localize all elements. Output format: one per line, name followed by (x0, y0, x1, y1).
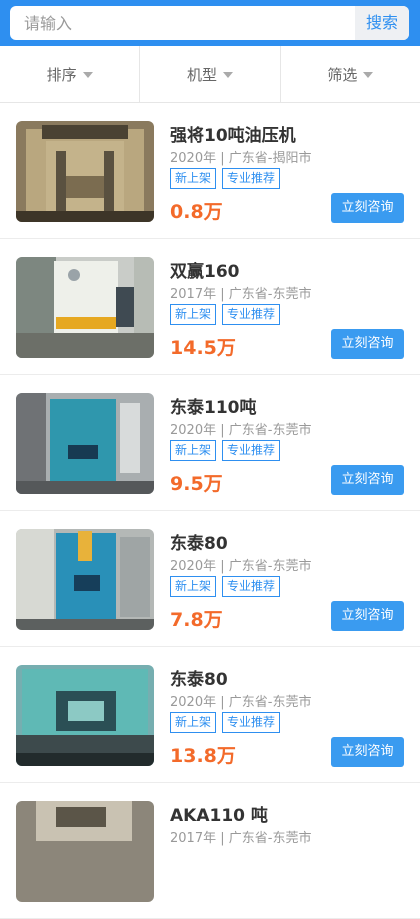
search-box: 搜索 (10, 6, 409, 40)
listing-location: 广东省-东莞市 (228, 559, 312, 574)
search-input[interactable] (10, 6, 355, 40)
listing-tags: 新上架 专业推荐 (170, 168, 281, 189)
listing-photo[interactable] (16, 121, 154, 222)
tag-recommended: 专业推荐 (222, 168, 281, 189)
listing-card[interactable]: 强将10吨油压机 2020年 | 广东省-揭阳市 新上架 专业推荐 0.8万 立… (0, 103, 420, 239)
tag-recommended: 专业推荐 (222, 576, 281, 597)
listing-title: 东泰80 (170, 670, 228, 690)
listing-title: AKA110 吨 (170, 806, 268, 826)
consult-button[interactable]: 立刻咨询 (331, 193, 404, 223)
filter-screen[interactable]: 筛选 (281, 46, 420, 102)
tag-new: 新上架 (170, 304, 217, 325)
listing-year: 2020年 (170, 695, 217, 710)
listing-year: 2017年 (170, 831, 217, 846)
listing-photo[interactable] (16, 801, 154, 902)
listing-meta: 2020年 | 广东省-东莞市 (170, 691, 311, 710)
listing-card[interactable]: 东泰80 2020年 | 广东省-东莞市 新上架 专业推荐 7.8万 立刻咨询 (0, 511, 420, 647)
caret-down-icon (223, 72, 233, 78)
listing-location: 广东省-东莞市 (228, 831, 312, 846)
listing-location: 广东省-东莞市 (228, 695, 312, 710)
meta-separator: | (220, 695, 225, 710)
listing-title: 东泰110吨 (170, 398, 257, 418)
caret-down-icon (82, 72, 93, 78)
listing-list: 强将10吨油压机 2020年 | 广东省-揭阳市 新上架 专业推荐 0.8万 立… (0, 103, 420, 919)
listing-price: 9.5万 (170, 473, 223, 495)
listing-price: 14.5万 (170, 337, 236, 359)
tag-recommended: 专业推荐 (222, 440, 281, 461)
filter-screen-label: 筛选 (327, 65, 358, 84)
listing-card[interactable]: 东泰110吨 2020年 | 广东省-东莞市 新上架 专业推荐 9.5万 立刻咨… (0, 375, 420, 511)
listing-title: 双赢160 (170, 262, 240, 282)
meta-separator: | (220, 151, 225, 166)
listing-photo[interactable] (16, 393, 154, 494)
listing-location: 广东省-东莞市 (228, 423, 312, 438)
filter-sort-label: 排序 (46, 65, 77, 84)
tag-new: 新上架 (170, 576, 217, 597)
meta-separator: | (220, 423, 225, 438)
meta-separator: | (220, 559, 225, 574)
filter-model[interactable]: 机型 (140, 46, 281, 102)
listing-meta: 2020年 | 广东省-东莞市 (170, 419, 311, 438)
tag-recommended: 专业推荐 (222, 712, 281, 733)
consult-button[interactable]: 立刻咨询 (331, 465, 404, 495)
listing-meta: 2020年 | 广东省-揭阳市 (170, 147, 311, 166)
consult-button[interactable]: 立刻咨询 (331, 601, 404, 631)
consult-button[interactable]: 立刻咨询 (331, 329, 404, 359)
listing-price: 7.8万 (170, 609, 223, 631)
listing-location: 广东省-揭阳市 (228, 151, 312, 166)
listing-card[interactable]: 双赢160 2017年 | 广东省-东莞市 新上架 专业推荐 14.5万 立刻咨… (0, 239, 420, 375)
listing-tags: 新上架 专业推荐 (170, 304, 281, 325)
tag-recommended: 专业推荐 (222, 304, 281, 325)
listing-title: 强将10吨油压机 (170, 126, 296, 146)
listing-year: 2020年 (170, 423, 217, 438)
listing-tags: 新上架 专业推荐 (170, 712, 281, 733)
filter-bar: 排序 机型 筛选 (0, 46, 420, 103)
listing-card[interactable]: AKA110 吨 2017年 | 广东省-东莞市 (0, 783, 420, 919)
meta-separator: | (220, 831, 225, 846)
listing-photo[interactable] (16, 257, 154, 358)
tag-new: 新上架 (170, 712, 217, 733)
listing-meta: 2017年 | 广东省-东莞市 (170, 827, 311, 846)
listing-card[interactable]: 东泰80 2020年 | 广东省-东莞市 新上架 专业推荐 13.8万 立刻咨询 (0, 647, 420, 783)
listing-title: 东泰80 (170, 534, 228, 554)
caret-down-icon (363, 72, 374, 78)
listing-tags: 新上架 专业推荐 (170, 440, 281, 461)
consult-button[interactable]: 立刻咨询 (331, 737, 404, 767)
filter-model-label: 机型 (186, 65, 217, 84)
listing-location: 广东省-东莞市 (228, 287, 312, 302)
listing-price: 0.8万 (170, 201, 223, 223)
listing-price: 13.8万 (170, 745, 236, 767)
listing-photo[interactable] (16, 529, 154, 630)
listing-year: 2017年 (170, 287, 217, 302)
listing-meta: 2017年 | 广东省-东莞市 (170, 283, 311, 302)
filter-sort[interactable]: 排序 (0, 46, 141, 102)
listing-tags: 新上架 专业推荐 (170, 576, 281, 597)
listing-photo[interactable] (16, 665, 154, 766)
search-button[interactable]: 搜索 (355, 6, 409, 40)
header-bar: 搜索 (0, 0, 420, 46)
listing-year: 2020年 (170, 559, 217, 574)
meta-separator: | (220, 287, 225, 302)
tag-new: 新上架 (170, 440, 217, 461)
listing-meta: 2020年 | 广东省-东莞市 (170, 555, 311, 574)
tag-new: 新上架 (170, 168, 217, 189)
listing-year: 2020年 (170, 151, 217, 166)
